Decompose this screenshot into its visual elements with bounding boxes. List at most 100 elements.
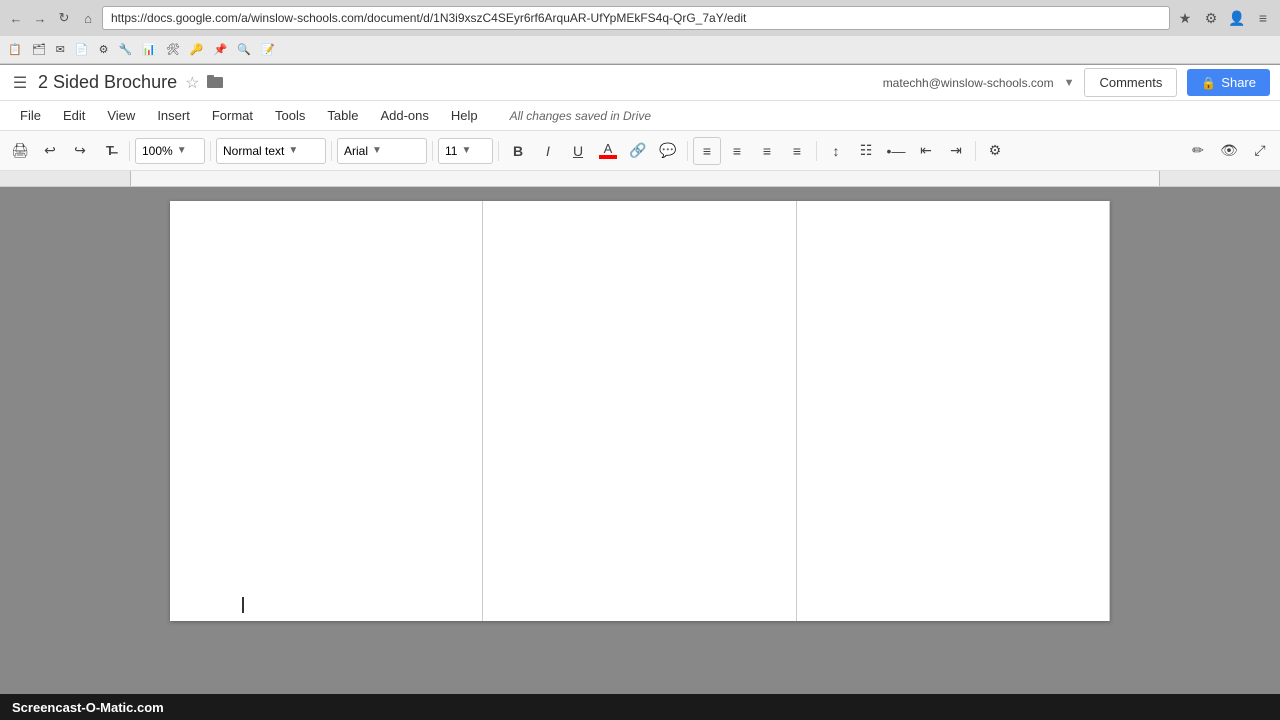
style-value: Normal text: [223, 144, 284, 158]
format-clear-button[interactable]: T̶: [96, 137, 124, 165]
ext-btn-10[interactable]: 📌: [210, 39, 232, 61]
folder-icon[interactable]: [207, 74, 223, 92]
ext-btn-6[interactable]: 🔧: [114, 39, 136, 61]
forward-button[interactable]: →: [30, 8, 50, 28]
align-left-button[interactable]: ≡: [693, 137, 721, 165]
user-email: matechh@winslow-schools.com: [883, 76, 1054, 90]
page-column-2[interactable]: [483, 201, 796, 621]
back-button[interactable]: ←: [6, 8, 26, 28]
lock-icon: 🔒: [1201, 76, 1216, 90]
menu-format[interactable]: Format: [202, 104, 263, 127]
view-mode-button[interactable]: 👁: [1215, 137, 1243, 165]
hamburger-icon[interactable]: ☰: [10, 73, 30, 93]
ext-btn-9[interactable]: 🔑: [186, 39, 208, 61]
underline-button[interactable]: U: [564, 137, 592, 165]
bullet-list-button[interactable]: •―: [882, 137, 910, 165]
doc-title: 2 Sided Brochure: [38, 72, 177, 93]
menu-bar: File Edit View Insert Format Tools Table…: [0, 101, 1280, 131]
line-spacing-button[interactable]: ↕: [822, 137, 850, 165]
separator-6: [687, 141, 688, 161]
share-button[interactable]: 🔒 Share: [1187, 69, 1270, 96]
text-cursor: [242, 597, 244, 613]
separator-3: [331, 141, 332, 161]
numbered-list-button[interactable]: ☷: [852, 137, 880, 165]
user-icon[interactable]: 👤: [1226, 7, 1248, 29]
comments-button[interactable]: Comments: [1084, 68, 1177, 97]
ext-btn-7[interactable]: 📊: [138, 39, 160, 61]
undo-button[interactable]: ↩: [36, 137, 64, 165]
screencast-text: Screencast-O-Matic.com: [12, 700, 164, 715]
toolbar-right: ✏ 👁 ⤢: [1184, 137, 1274, 165]
menu-help[interactable]: Help: [441, 104, 488, 127]
ext-btn-5[interactable]: ⚙: [95, 39, 113, 61]
ext-btn-2[interactable]: 🗂: [28, 39, 50, 61]
menu-table[interactable]: Table: [317, 104, 368, 127]
separator-7: [816, 141, 817, 161]
star-icon[interactable]: ☆: [185, 73, 199, 93]
share-label: Share: [1221, 75, 1256, 90]
zoom-value: 100%: [142, 144, 173, 158]
decrease-indent-button[interactable]: ⇤: [912, 137, 940, 165]
menu-tools[interactable]: Tools: [265, 104, 315, 127]
ext-btn-4[interactable]: 📄: [71, 39, 93, 61]
ext-btn-12[interactable]: 📝: [257, 39, 279, 61]
style-chevron: ▼: [288, 145, 298, 156]
zoom-chevron: ▼: [177, 145, 187, 156]
page-wrapper: [170, 201, 1110, 621]
separator-4: [432, 141, 433, 161]
size-dropdown[interactable]: 11 ▼: [438, 138, 493, 164]
bold-button[interactable]: B: [504, 137, 532, 165]
text-color-button[interactable]: A: [594, 137, 622, 165]
style-dropdown[interactable]: Normal text ▼: [216, 138, 326, 164]
dropdown-arrow[interactable]: ▼: [1064, 77, 1075, 89]
url-text: https://docs.google.com/a/winslow-school…: [111, 11, 746, 25]
zoom-dropdown[interactable]: 100% ▼: [135, 138, 205, 164]
more-options-button[interactable]: ⚙: [981, 137, 1009, 165]
menu-addons[interactable]: Add-ons: [370, 104, 438, 127]
ext-btn-11[interactable]: 🔍: [233, 39, 255, 61]
address-bar[interactable]: https://docs.google.com/a/winslow-school…: [102, 6, 1170, 30]
page-column-1[interactable]: [170, 201, 483, 621]
link-button[interactable]: 🔗: [624, 137, 652, 165]
ext-btn-3[interactable]: ✉: [52, 39, 69, 61]
separator-8: [975, 141, 976, 161]
menu-file[interactable]: File: [10, 104, 51, 127]
size-value: 11: [445, 144, 457, 158]
home-button[interactable]: ⌂: [78, 8, 98, 28]
comment-button[interactable]: 💬: [654, 137, 682, 165]
reload-button[interactable]: ↻: [54, 8, 74, 28]
ext-btn-1[interactable]: 📋: [4, 39, 26, 61]
document-page[interactable]: [170, 201, 1110, 621]
toolbar: 🖨 ↩ ↪ T̶ 100% ▼ Normal text ▼ Arial ▼ 11…: [0, 131, 1280, 171]
font-dropdown[interactable]: Arial ▼: [337, 138, 427, 164]
italic-button[interactable]: I: [534, 137, 562, 165]
doc-title-area: ☰ 2 Sided Brochure ☆: [10, 72, 223, 93]
menu-insert[interactable]: Insert: [147, 104, 200, 127]
header-right: matechh@winslow-schools.com ▼ Comments 🔒…: [883, 68, 1270, 97]
extension-bar: 📋 🗂 ✉ 📄 ⚙ 🔧 📊 🛠 🔑 📌 🔍 📝: [0, 36, 1280, 64]
align-right-button[interactable]: ≡: [753, 137, 781, 165]
page-column-3[interactable]: [797, 201, 1110, 621]
size-chevron: ▼: [461, 145, 471, 156]
print-button[interactable]: 🖨: [6, 137, 34, 165]
menu-view[interactable]: View: [97, 104, 145, 127]
expand-button[interactable]: ⤢: [1246, 137, 1274, 165]
menu-edit[interactable]: Edit: [53, 104, 95, 127]
align-justify-button[interactable]: ≡: [783, 137, 811, 165]
ruler-inner: [130, 171, 1160, 186]
increase-indent-button[interactable]: ⇥: [942, 137, 970, 165]
document-area[interactable]: [0, 187, 1280, 695]
browser-toolbar: ← → ↻ ⌂ https://docs.google.com/a/winslo…: [0, 0, 1280, 36]
app-header: ☰ 2 Sided Brochure ☆ matechh@winslow-sch…: [0, 65, 1280, 101]
extensions-icon[interactable]: ⚙: [1200, 7, 1222, 29]
align-center-button[interactable]: ≡: [723, 137, 751, 165]
bookmark-icon[interactable]: ★: [1174, 7, 1196, 29]
ruler: [0, 171, 1280, 187]
redo-button[interactable]: ↪: [66, 137, 94, 165]
menu-icon[interactable]: ≡: [1252, 7, 1274, 29]
edit-icon[interactable]: ✏: [1184, 137, 1212, 165]
font-value: Arial: [344, 144, 368, 158]
separator-2: [210, 141, 211, 161]
ext-btn-8[interactable]: 🛠: [162, 39, 184, 61]
separator-1: [129, 141, 130, 161]
